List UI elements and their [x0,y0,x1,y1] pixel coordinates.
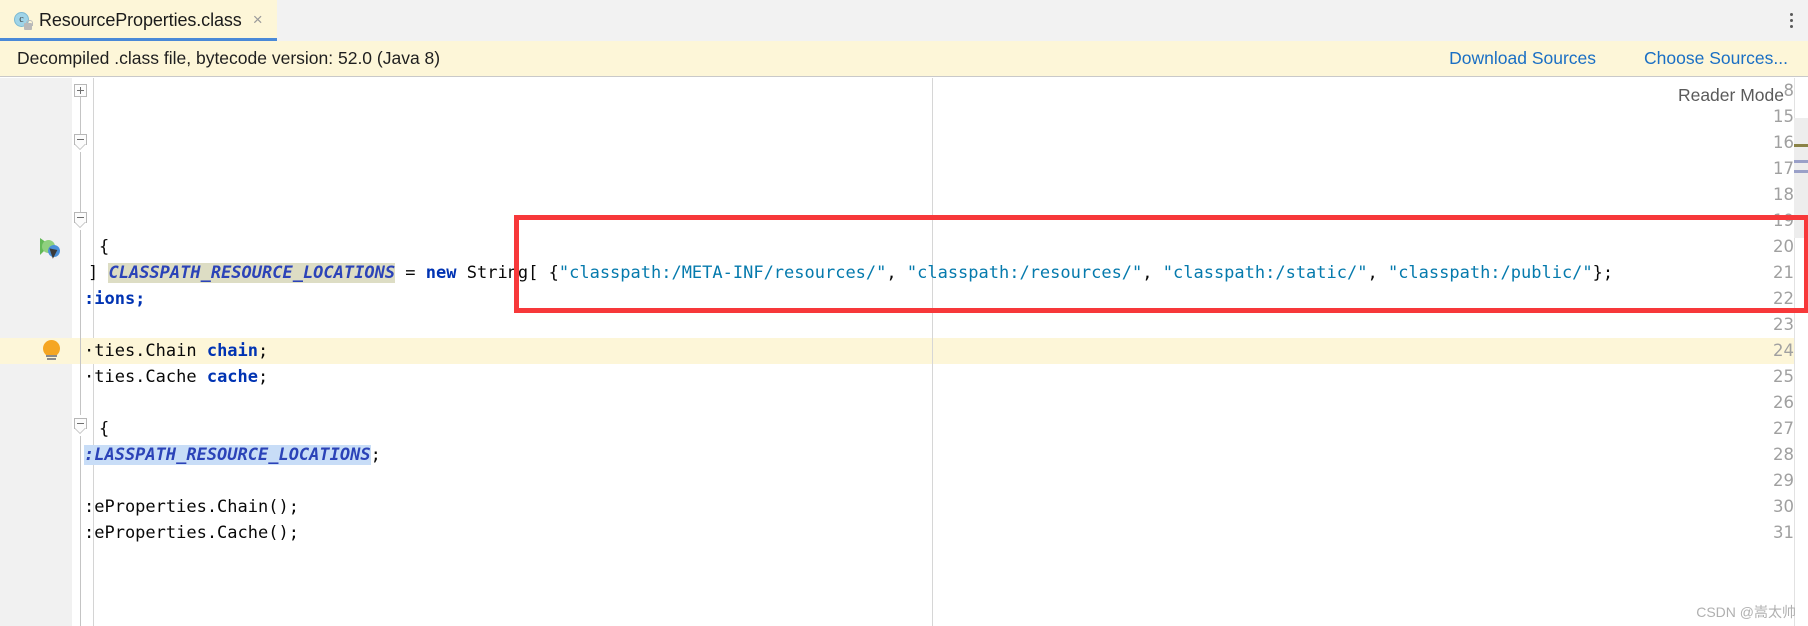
code-line-28: :LASSPATH_RESOURCE_LOCATIONS; [84,442,381,468]
download-sources-link[interactable]: Download Sources [1449,48,1596,69]
idea-editor-window: c ResourceProperties.class × Decompiled … [0,0,1808,626]
line25-name: cache [206,367,259,387]
intention-bulb-icon[interactable] [42,340,62,362]
reader-mode-label[interactable]: Reader Mode [1678,85,1784,106]
line28-tail: ; [370,445,381,465]
code-line-20: { [99,237,110,257]
code-editor[interactable]: 8 15 16 17 18 19 20 21 22 23 24 25 26 27… [0,78,1808,626]
scrollbar-thumb[interactable] [1794,118,1808,238]
decompiled-notification-banner: Decompiled .class file, bytecode version… [0,41,1808,77]
line24-prefix: ·ties.Chain [84,341,207,361]
fold-collapse-icon[interactable] [74,134,87,152]
line21-string-3: "classpath:/public/" [1387,263,1593,283]
line24-tail: ; [258,341,269,361]
line21-brace-open: { [548,263,559,283]
vertical-dots-icon [1789,13,1793,28]
fold-region-line [80,436,81,626]
line21-string-1: "classpath:/resources/" [906,263,1143,283]
line21-keyword-new: new [425,263,457,283]
scrollbar-marker[interactable] [1794,144,1808,147]
column-guide [932,78,933,626]
editor-tab-resourceproperties[interactable]: c ResourceProperties.class × [0,0,277,41]
line21-prefix: ] [88,263,109,283]
line21-string-0: "classpath:/META-INF/resources/" [558,263,887,283]
line21-assign: = [395,263,426,283]
java-class-locked-icon: c [14,12,33,30]
line25-prefix: ·ties.Cache [84,367,207,387]
line21-type: String[ [456,263,549,283]
fold-collapse-icon[interactable] [74,212,87,230]
fold-expand-icon[interactable] [74,84,87,97]
code-line-24: ·ties.Chain chain; [84,338,268,364]
fold-collapse-icon[interactable] [74,418,87,436]
line21-string-2: "classpath:/static/" [1162,263,1368,283]
code-line-30: :eProperties.Chain(); [84,497,299,517]
tab-title: ResourceProperties.class [39,10,242,30]
line21-tail: }; [1592,263,1614,283]
line21-sep: , [1367,263,1388,283]
editor-scrollbar[interactable] [1794,78,1808,626]
more-options-button[interactable] [1774,0,1808,41]
code-line-31: :eProperties.Cache(); [84,523,299,543]
banner-message: Decompiled .class file, bytecode version… [17,48,441,68]
code-line-25: ·ties.Cache cache; [84,364,268,390]
line22-text: :ions; [84,289,146,309]
scrollbar-marker[interactable] [1794,160,1808,163]
line21-sep: , [886,263,907,283]
scrollbar-marker[interactable] [1794,170,1808,173]
line21-field-name: CLASSPATH_RESOURCE_LOCATIONS [108,263,396,283]
code-line-27: { [99,419,110,439]
fold-region-line [80,152,81,212]
choose-sources-link[interactable]: Choose Sources... [1644,48,1788,69]
editor-tab-bar: c ResourceProperties.class × [0,0,1808,41]
code-line-22: :ions; [84,286,145,312]
run-gradle-icon[interactable] [40,238,62,259]
line21-sep: , [1142,263,1163,283]
line25-tail: ; [258,367,269,387]
code-text-area[interactable]: { ] CLASSPATH_RESOURCE_LOCATIONS = new S… [84,78,1808,626]
fold-region-line [80,230,81,415]
code-line-21: ] CLASSPATH_RESOURCE_LOCATIONS = new Str… [88,260,1613,286]
line28-name: :LASSPATH_RESOURCE_LOCATIONS [84,445,371,465]
watermark: CSDN @嵩太帅 [1696,604,1796,620]
line24-name: chain [206,341,259,361]
close-icon[interactable]: × [250,11,264,30]
tab-bar-spacer [276,0,1774,41]
